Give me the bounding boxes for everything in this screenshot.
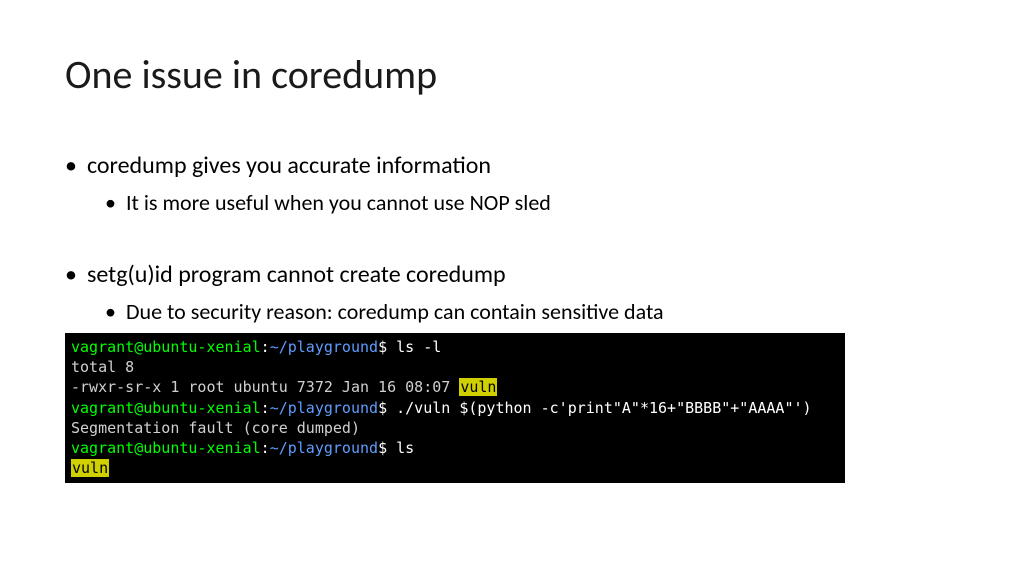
terminal-line: vuln — [71, 458, 839, 478]
terminal-output: vagrant@ubuntu-xenial:~/playground$ ls -… — [65, 333, 845, 483]
prompt-user: vagrant@ubuntu-xenial — [71, 399, 261, 417]
bullet-sub-content: It is more useful when you cannot use NO… — [126, 188, 551, 219]
prompt-path: ~/playground — [270, 439, 378, 457]
prompt-path: ~/playground — [270, 399, 378, 417]
terminal-cmd: ./vuln $(python -c'print"A"*16+"BBBB"+"A… — [396, 399, 811, 417]
bullet-sub-text: It is more useful when you cannot use NO… — [105, 188, 959, 219]
terminal-cmd: ls -l — [396, 338, 441, 356]
terminal-line: vagrant@ubuntu-xenial:~/playground$ ls -… — [71, 337, 839, 357]
highlighted-filename: vuln — [459, 378, 497, 396]
terminal-line: total 8 — [71, 357, 839, 377]
prompt-dollar: $ — [378, 338, 387, 356]
terminal-output-text: total 8 — [71, 358, 134, 376]
terminal-line: vagrant@ubuntu-xenial:~/playground$ ./vu… — [71, 398, 839, 418]
terminal-line: Segmentation fault (core dumped) — [71, 418, 839, 438]
prompt-dollar: $ — [378, 399, 387, 417]
bullet-main-text: coredump gives you accurate information — [65, 149, 959, 183]
terminal-cmd — [387, 439, 396, 457]
prompt-user: vagrant@ubuntu-xenial — [71, 338, 261, 356]
bullet-sub-content: Due to security reason: coredump can con… — [126, 297, 664, 328]
bullet-list: coredump gives you accurate information … — [65, 149, 959, 328]
terminal-line: vagrant@ubuntu-xenial:~/playground$ ls — [71, 438, 839, 458]
bullet-item: setg(u)id program cannot create coredump… — [65, 258, 959, 327]
slide-title: One issue in coredump — [65, 50, 959, 99]
prompt-path: ~/playground — [270, 338, 378, 356]
terminal-cmd — [387, 338, 396, 356]
terminal-cmd — [387, 399, 396, 417]
file-permissions: -rwxr-sr-x 1 root ubuntu 7372 Jan 16 08:… — [71, 378, 459, 396]
highlighted-filename: vuln — [71, 459, 109, 477]
bullet-text: setg(u)id program cannot create coredump — [87, 258, 506, 292]
prompt-sep: : — [261, 439, 270, 457]
bullet-item: coredump gives you accurate information … — [65, 149, 959, 218]
bullet-sub-text: Due to security reason: coredump can con… — [105, 297, 959, 328]
terminal-cmd: ls — [396, 439, 414, 457]
bullet-text: coredump gives you accurate information — [87, 149, 491, 183]
terminal-line: -rwxr-sr-x 1 root ubuntu 7372 Jan 16 08:… — [71, 377, 839, 397]
prompt-user: vagrant@ubuntu-xenial — [71, 439, 261, 457]
terminal-output-text: Segmentation fault (core dumped) — [71, 419, 360, 437]
prompt-sep: : — [261, 399, 270, 417]
prompt-dollar: $ — [378, 439, 387, 457]
prompt-sep: : — [261, 338, 270, 356]
bullet-main-text: setg(u)id program cannot create coredump — [65, 258, 959, 292]
